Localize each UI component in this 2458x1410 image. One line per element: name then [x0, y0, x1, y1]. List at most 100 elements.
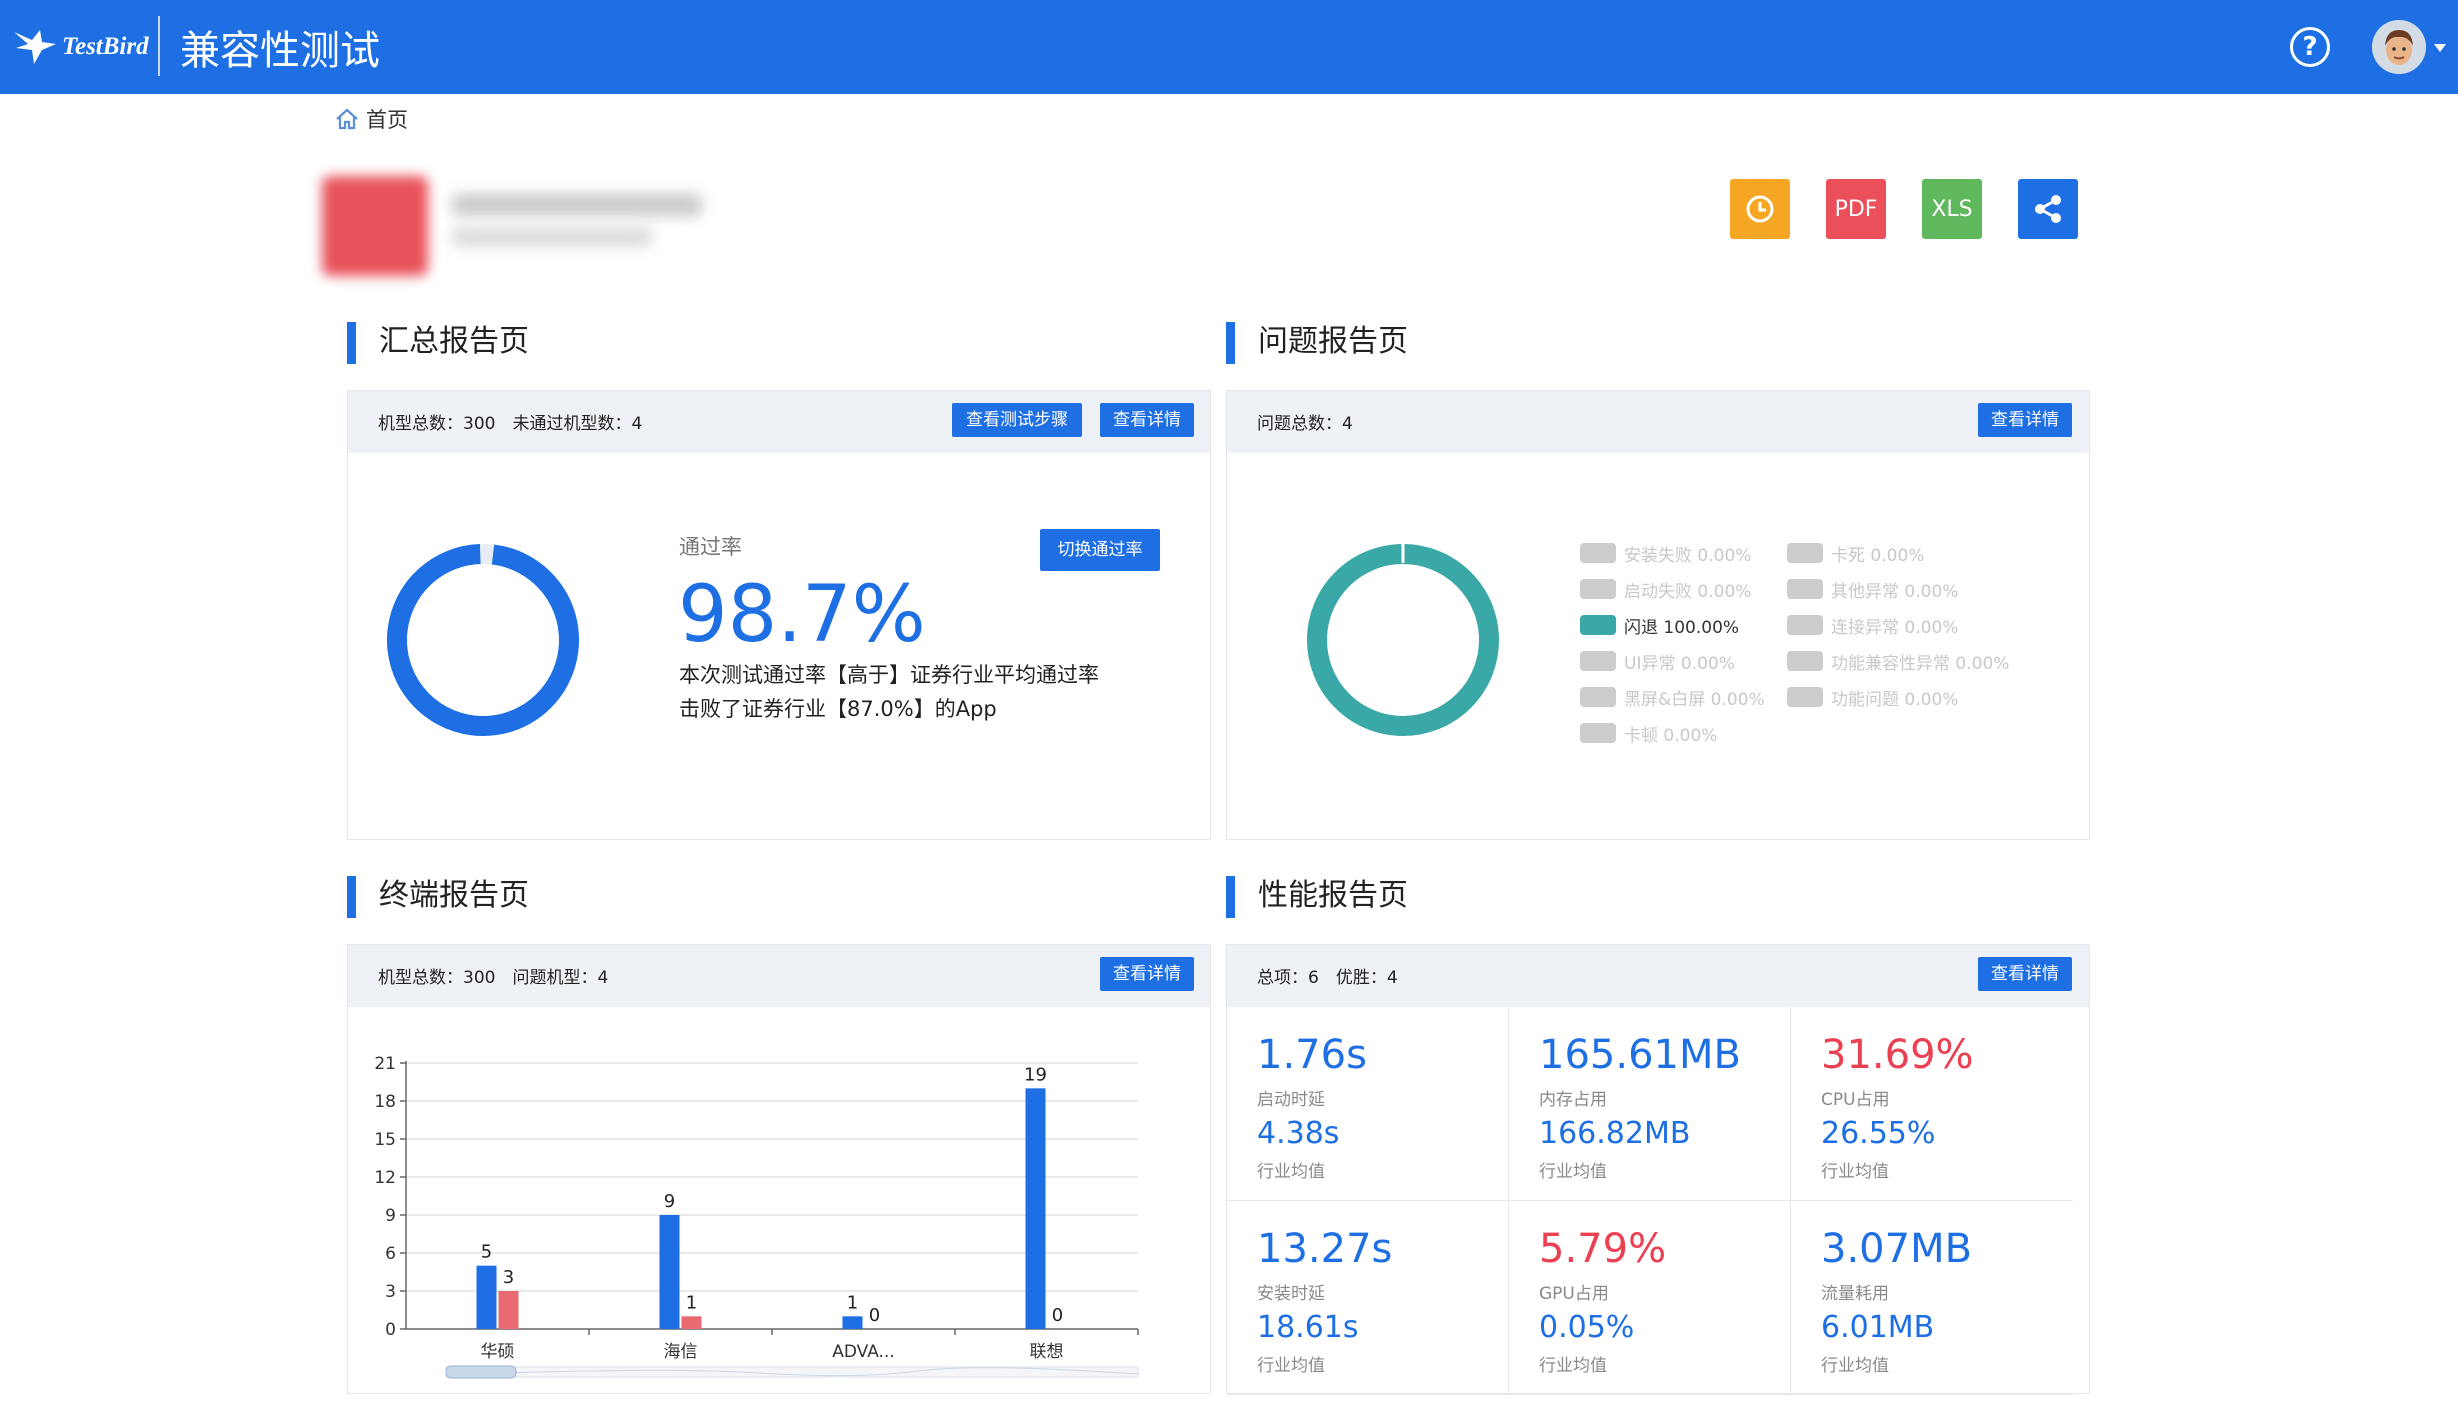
perf-industry-average-label: 行业均值	[1821, 1162, 1889, 1182]
legend-lag[interactable]: 卡顿 0.00%	[1580, 722, 1717, 746]
export-pdf-button[interactable]: PDF	[1826, 179, 1886, 239]
legend-swatch	[1787, 615, 1823, 635]
perf-industry-average-label: 行业均值	[1539, 1356, 1607, 1376]
perf-metric-cell: 31.69% CPU占用 26.55% 行业均值	[1791, 1007, 2073, 1201]
legend-swatch	[1787, 543, 1823, 563]
perf-metric-label: 安装时延	[1257, 1284, 1325, 1304]
y-tick-label: 6	[385, 1244, 396, 1264]
terminal-stats: 机型总数：300 问题机型：4	[378, 968, 609, 988]
legend-swatch	[1787, 651, 1823, 671]
legend-label: 黑屏&白屏 0.00%	[1624, 689, 1765, 710]
chevron-down-icon[interactable]	[2434, 44, 2446, 52]
performance-section-title: 性能报告页	[1226, 874, 1408, 918]
pass-rate-comparison: 本次测试通过率【高于】证券行业平均通过率	[679, 663, 1099, 687]
share-button[interactable]	[2018, 179, 2078, 239]
bar-series-1	[659, 1215, 680, 1329]
bar-value-label: 0	[1052, 1305, 1063, 1326]
issues-view-details-button[interactable]: 查看详情	[1978, 403, 2072, 437]
x-tick-label: 华硕	[481, 1342, 515, 1362]
perf-metric-value: 3.07MB	[1821, 1226, 1973, 1272]
legend-launch-fail[interactable]: 启动失败 0.00%	[1580, 578, 1752, 602]
legend-label: UI异常 0.00%	[1624, 653, 1735, 674]
legend-black-white-screen[interactable]: 黑屏&白屏 0.00%	[1580, 686, 1765, 710]
logo-text: TestBird	[62, 33, 149, 60]
x-tick-label: 海信	[664, 1342, 698, 1362]
y-tick-label: 21	[374, 1054, 396, 1074]
testbird-logo[interactable]: TestBird	[12, 22, 149, 72]
y-tick-label: 18	[374, 1092, 396, 1112]
perf-metric-label: 流量耗用	[1821, 1284, 1889, 1304]
bar-value-label: 1	[847, 1292, 858, 1313]
legend-swatch	[1580, 687, 1616, 707]
legend-label: 其他异常 0.00%	[1831, 581, 1959, 602]
legend-label: 启动失败 0.00%	[1624, 581, 1752, 602]
zoom-handle	[445, 1365, 517, 1379]
pass-rate-value: 98.7%	[678, 570, 926, 660]
perf-industry-average-label: 行业均值	[1539, 1162, 1607, 1182]
pass-rate-label: 通过率	[679, 535, 742, 559]
bar-value-label: 1	[686, 1292, 697, 1313]
performance-card-header: 总项：6 优胜：4 查看详情	[1227, 945, 2089, 1007]
legend-label: 功能问题 0.00%	[1831, 689, 1959, 710]
performance-view-details-button[interactable]: 查看详情	[1978, 957, 2072, 991]
perf-metric-label: 内存占用	[1539, 1090, 1607, 1110]
perf-industry-average-label: 行业均值	[1257, 1162, 1325, 1182]
terminal-section-title: 终端报告页	[347, 874, 529, 918]
bar-value-label: 0	[869, 1305, 880, 1326]
x-tick-label: ADVA...	[832, 1342, 895, 1362]
share-icon	[2035, 195, 2061, 223]
legend-freeze[interactable]: 卡死 0.00%	[1787, 542, 1924, 566]
app-identity	[322, 172, 712, 278]
history-button[interactable]	[1730, 179, 1790, 239]
legend-swatch	[1580, 651, 1616, 671]
breadcrumb-home[interactable]: 首页	[366, 104, 408, 134]
legend-swatch	[1580, 615, 1616, 635]
perf-industry-average: 26.55%	[1821, 1116, 1936, 1151]
perf-industry-average: 166.82MB	[1539, 1116, 1691, 1151]
switch-pass-rate-button[interactable]: 切换通过率	[1040, 529, 1160, 571]
perf-industry-average: 4.38s	[1257, 1116, 1340, 1151]
summary-view-details-button[interactable]: 查看详情	[1100, 403, 1194, 437]
legend-compat-error[interactable]: 功能兼容性异常 0.00%	[1787, 650, 2010, 674]
perf-metric-cell: 1.76s 启动时延 4.38s 行业均值	[1227, 1007, 1509, 1201]
perf-metric-value: 165.61MB	[1539, 1032, 1741, 1078]
top-navbar: TestBird 兼容性测试 ?	[0, 0, 2458, 94]
perf-industry-average: 0.05%	[1539, 1310, 1635, 1345]
terminal-view-details-button[interactable]: 查看详情	[1100, 957, 1194, 991]
legend-swatch	[1580, 723, 1616, 743]
legend-crash[interactable]: 闪退 100.00%	[1580, 614, 1739, 638]
home-icon[interactable]	[334, 106, 360, 132]
pass-rate-donut	[387, 544, 579, 736]
perf-industry-average-label: 行业均值	[1257, 1356, 1325, 1376]
legend-other-error[interactable]: 其他异常 0.00%	[1787, 578, 1959, 602]
performance-stats: 总项：6 优胜：4	[1257, 968, 1398, 988]
view-test-steps-button[interactable]: 查看测试步骤	[952, 403, 1082, 437]
export-xls-button[interactable]: XLS	[1922, 179, 1982, 239]
app-subtitle-blurred	[452, 228, 652, 246]
perf-metric-value: 31.69%	[1821, 1032, 1974, 1078]
avatar[interactable]	[2372, 20, 2426, 74]
legend-ui-error[interactable]: UI异常 0.00%	[1580, 650, 1735, 674]
app-icon	[322, 176, 428, 276]
y-tick-label: 9	[385, 1206, 396, 1226]
perf-metric-label: CPU占用	[1821, 1090, 1890, 1110]
y-tick-label: 0	[385, 1320, 396, 1340]
pass-rate-ranking: 击败了证券行业【87.0%】的App	[679, 697, 997, 721]
legend-connection-error[interactable]: 连接异常 0.00%	[1787, 614, 1958, 638]
legend-swatch	[1787, 579, 1823, 599]
legend-label: 功能兼容性异常 0.00%	[1831, 653, 2010, 674]
terminal-card-header: 机型总数：300 问题机型：4 查看详情	[348, 945, 1210, 1007]
issues-card-header: 问题总数：4 查看详情	[1227, 391, 2089, 453]
summary-card: 机型总数：300 未通过机型数：4 查看测试步骤 查看详情 通过率 98.7% …	[347, 390, 1211, 840]
perf-metric-cell: 13.27s 安装时延 18.61s 行业均值	[1227, 1201, 1509, 1395]
perf-metric-value: 1.76s	[1257, 1032, 1367, 1078]
bar-series-1	[476, 1265, 497, 1329]
perf-metric-cell: 5.79% GPU占用 0.05% 行业均值	[1509, 1201, 1791, 1395]
legend-install-fail[interactable]: 安装失败 0.00%	[1580, 542, 1751, 566]
bar-series-2	[681, 1316, 702, 1329]
bar-series-1	[842, 1316, 863, 1329]
legend-function-issue[interactable]: 功能问题 0.00%	[1787, 686, 1959, 710]
help-icon[interactable]: ?	[2290, 27, 2330, 67]
perf-metric-value: 13.27s	[1257, 1226, 1393, 1272]
summary-card-header: 机型总数：300 未通过机型数：4 查看测试步骤 查看详情	[348, 391, 1210, 453]
